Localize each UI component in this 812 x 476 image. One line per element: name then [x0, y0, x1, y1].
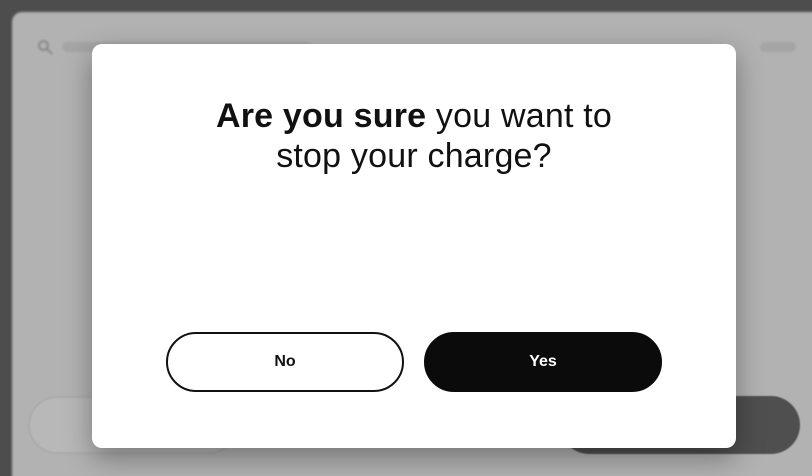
yes-button[interactable]: Yes: [424, 332, 662, 392]
screen: Are you sure you want to stop your charg…: [0, 0, 812, 476]
stop-charge-modal: Are you sure you want to stop your charg…: [92, 44, 736, 448]
yes-button-label: Yes: [529, 353, 557, 370]
modal-title: Are you sure you want to stop your charg…: [92, 96, 736, 176]
no-button[interactable]: No: [166, 332, 404, 392]
no-button-label: No: [274, 353, 296, 370]
title-rest-line1: you want to: [435, 97, 612, 135]
title-line2: stop your charge?: [276, 137, 552, 175]
title-bold-text: Are you sure: [215, 97, 427, 135]
